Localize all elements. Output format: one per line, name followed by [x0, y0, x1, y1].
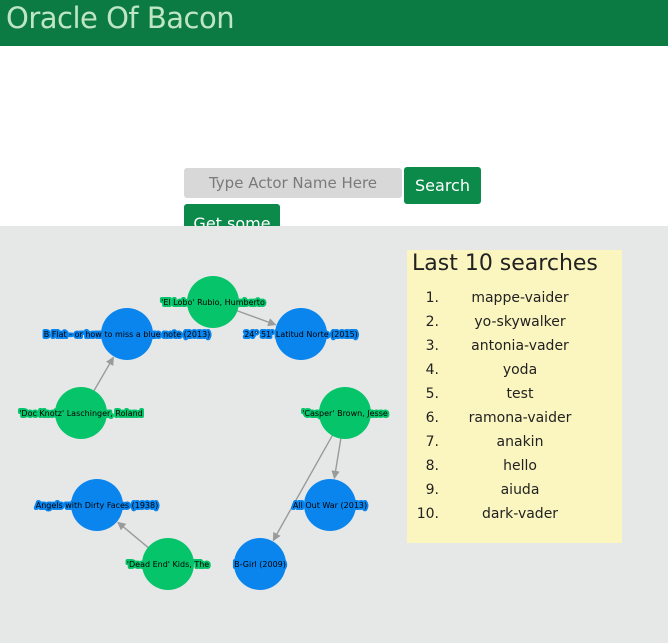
- search-history-term: yo-skywalker: [474, 314, 566, 330]
- node-label: 24° 51' Latitud Norte (2015): [244, 330, 358, 339]
- graph-link: [331, 434, 343, 480]
- search-history-item[interactable]: 8. hello: [407, 454, 622, 478]
- bacon-graph[interactable]: 'El Lobo' Rubio, Humberto B Flat - or how…: [0, 226, 400, 643]
- node-label: B-Girl (2009): [234, 560, 286, 569]
- search-history-number: 9.: [425, 482, 439, 498]
- actor-search-input[interactable]: [184, 168, 402, 198]
- search-history-item[interactable]: 1. mappe-vaider: [407, 286, 622, 310]
- search-history-item[interactable]: 2. yo-skywalker: [407, 310, 622, 334]
- search-history-number: 4.: [425, 362, 439, 378]
- movie-node[interactable]: Angels with Dirty Faces (1938): [34, 479, 160, 531]
- graph-link: [91, 356, 115, 395]
- last-searches-panel: Last 10 searches 1. mappe-vaider 2. yo-skyw…: [407, 250, 622, 543]
- search-history-number: 2.: [425, 314, 439, 330]
- last-searches-list: 1. mappe-vaider 2. yo-skywalker 3. antonia-va…: [407, 286, 622, 526]
- search-history-item[interactable]: 10. dark-vader: [407, 502, 622, 526]
- actor-node[interactable]: 'El Lobo' Rubio, Humberto: [159, 276, 267, 328]
- actor-node[interactable]: 'Dead End' Kids, The: [125, 538, 211, 590]
- search-history-term: mappe-vaider: [471, 290, 569, 306]
- search-history-item[interactable]: 4. yoda: [407, 358, 622, 382]
- search-history-number: 6.: [425, 410, 439, 426]
- search-history-term: aiuda: [500, 482, 540, 498]
- search-history-number: 3.: [425, 338, 439, 354]
- actor-node[interactable]: 'Doc Knotz' Laschinger, Roland: [17, 387, 145, 439]
- search-history-number: 1.: [425, 290, 439, 306]
- graph-link: [233, 308, 277, 327]
- node-label: Angels with Dirty Faces (1938): [36, 501, 158, 510]
- search-history-number: 5.: [425, 386, 439, 402]
- search-history-term: antonia-vader: [471, 338, 569, 354]
- graph-nodes: 'El Lobo' Rubio, Humberto B Flat - or how…: [17, 276, 390, 590]
- search-area: Search Get some: [0, 46, 668, 242]
- search-history-term: yoda: [502, 362, 538, 378]
- movie-node[interactable]: 24° 51' Latitud Norte (2015): [242, 308, 360, 360]
- node-label: 'Doc Knotz' Laschinger, Roland: [19, 409, 143, 418]
- search-history-term: ramona-vaider: [468, 410, 572, 426]
- movie-node[interactable]: B Flat - or how to miss a blue note (201…: [42, 308, 212, 360]
- node-label: 'Casper' Brown, Jesse: [302, 409, 388, 418]
- search-history-item[interactable]: 5. test: [407, 382, 622, 406]
- search-history-item[interactable]: 6. ramona-vaider: [407, 406, 622, 430]
- search-history-term: anakin: [496, 434, 544, 450]
- node-label: 'Dead End' Kids, The: [127, 560, 210, 569]
- node-label: B Flat - or how to miss a blue note (201…: [44, 330, 211, 339]
- actor-node[interactable]: 'Casper' Brown, Jesse: [300, 387, 390, 439]
- node-label: 'El Lobo' Rubio, Humberto: [161, 298, 265, 307]
- header-bar: Oracle Of Bacon: [0, 0, 668, 46]
- search-history-number: 8.: [425, 458, 439, 474]
- last-searches-title: Last 10 searches: [412, 251, 598, 276]
- search-history-term: hello: [503, 458, 537, 474]
- search-button[interactable]: Search: [404, 167, 481, 204]
- search-history-item[interactable]: 7. anakin: [407, 430, 622, 454]
- search-history-term: dark-vader: [481, 506, 559, 522]
- search-history-item[interactable]: 3. antonia-vader: [407, 334, 622, 358]
- graph-link: [117, 521, 152, 551]
- movie-node[interactable]: B-Girl (2009): [232, 538, 288, 590]
- node-label: All Out War (2013): [293, 501, 367, 510]
- search-history-number: 10.: [416, 506, 439, 522]
- app-title: Oracle Of Bacon: [6, 1, 235, 35]
- search-history-item[interactable]: 9. aiuda: [407, 478, 622, 502]
- search-history-number: 7.: [425, 434, 439, 450]
- search-history-term: test: [506, 386, 534, 402]
